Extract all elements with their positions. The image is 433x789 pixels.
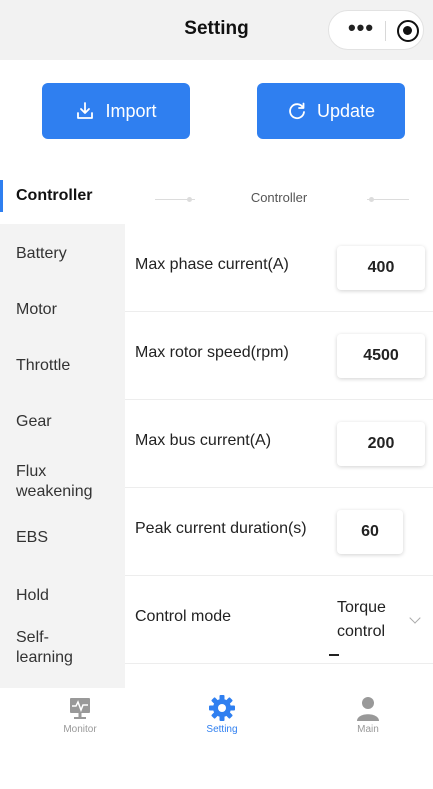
tab-monitor[interactable]: Monitor bbox=[30, 688, 130, 750]
max-bus-current-input[interactable] bbox=[337, 422, 425, 466]
param-row-max-rotor-speed: Max rotor speed(rpm) bbox=[125, 312, 433, 400]
header-dot-right bbox=[369, 197, 374, 202]
user-icon bbox=[357, 697, 379, 721]
peak-current-duration-input[interactable] bbox=[337, 510, 403, 554]
update-label: Update bbox=[316, 100, 376, 121]
miniapp-capsule: ••• bbox=[328, 10, 424, 50]
param-label: Peak current duration(s) bbox=[135, 520, 307, 537]
max-phase-current-input[interactable] bbox=[337, 246, 425, 290]
sidebar-item-gear[interactable]: Gear bbox=[0, 412, 125, 432]
param-label: Control mode bbox=[135, 608, 232, 625]
tab-main[interactable]: Main bbox=[318, 688, 418, 750]
sidebar-item-flux-weakening[interactable]: Flux weakening bbox=[0, 462, 110, 502]
control-mode-select[interactable]: Torque control bbox=[337, 596, 397, 644]
param-row-control-mode[interactable]: Control mode Torque control bbox=[125, 576, 433, 664]
sidebar-item-throttle[interactable]: Throttle bbox=[0, 356, 125, 376]
gear-icon bbox=[209, 695, 235, 721]
tab-label: Setting bbox=[206, 724, 238, 735]
sidebar-item-battery[interactable]: Battery bbox=[0, 244, 125, 264]
param-row-max-phase-current: Max phase current(A) bbox=[125, 224, 433, 312]
chevron-down-icon bbox=[409, 612, 421, 624]
section-header: Controller bbox=[125, 168, 433, 224]
param-label: Max bus current(A) bbox=[135, 432, 272, 449]
sidebar-item-ebs[interactable]: EBS bbox=[0, 528, 125, 548]
tab-setting[interactable]: Setting bbox=[172, 688, 272, 750]
sidebar-item-hold[interactable]: Hold bbox=[0, 586, 125, 606]
param-label: Max rotor speed(rpm) bbox=[135, 344, 289, 361]
param-label: Max phase current(A) bbox=[135, 256, 289, 273]
settings-sidebar: Controller Battery Motor Throttle Gear F… bbox=[0, 168, 125, 688]
tab-label: Monitor bbox=[63, 724, 97, 735]
close-miniapp-icon[interactable] bbox=[397, 20, 419, 42]
max-rotor-speed-input[interactable] bbox=[337, 334, 425, 378]
import-button[interactable]: Import bbox=[42, 83, 190, 139]
param-row-max-bus-current: Max bus current(A) bbox=[125, 400, 433, 488]
bottom-tab-bar: Monitor Setting Main bbox=[0, 688, 433, 750]
more-dots-icon[interactable]: ••• bbox=[343, 17, 379, 41]
sidebar-item-controller[interactable]: Controller bbox=[0, 168, 125, 224]
section-title: Controller bbox=[250, 190, 308, 205]
update-button[interactable]: Update bbox=[257, 83, 405, 139]
import-label: Import bbox=[105, 100, 157, 121]
param-row-peak-current-duration: Peak current duration(s) bbox=[125, 488, 433, 576]
sidebar-item-self-learning[interactable]: Self-learning bbox=[0, 628, 90, 668]
monitor-icon bbox=[70, 698, 90, 719]
sidebar-item-motor[interactable]: Motor bbox=[0, 300, 125, 320]
partial-row-dash bbox=[329, 654, 339, 656]
capsule-divider bbox=[385, 21, 386, 41]
navbar: Setting ••• bbox=[0, 0, 433, 60]
refresh-icon bbox=[289, 102, 305, 120]
tab-label: Main bbox=[357, 724, 379, 735]
download-icon bbox=[77, 102, 94, 119]
